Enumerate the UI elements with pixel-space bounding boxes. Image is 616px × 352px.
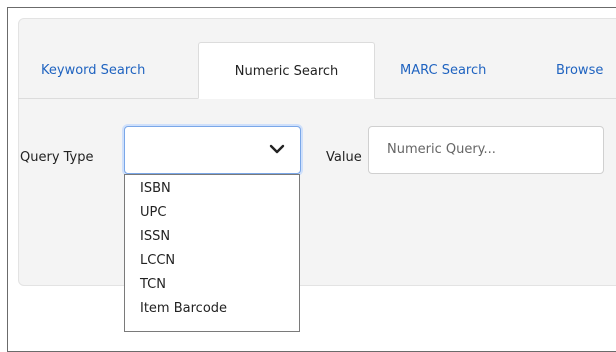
tab-marc-search[interactable]: MARC Search xyxy=(400,42,486,99)
option-lccn[interactable]: LCCN xyxy=(140,253,175,268)
query-type-select[interactable] xyxy=(124,126,301,174)
value-label: Value xyxy=(326,150,362,165)
option-issn[interactable]: ISSN xyxy=(140,229,170,244)
option-tcn[interactable]: TCN xyxy=(140,277,166,292)
tab-numeric-search[interactable]: Numeric Search xyxy=(198,42,375,99)
option-upc[interactable]: UPC xyxy=(140,205,166,220)
numeric-query-input[interactable]: Numeric Query... xyxy=(368,126,604,174)
query-type-dropdown: ISBN UPC ISSN LCCN TCN Item Barcode xyxy=(124,174,300,332)
tab-keyword-search[interactable]: Keyword Search xyxy=(41,42,145,99)
option-item-barcode[interactable]: Item Barcode xyxy=(140,301,227,316)
tab-browse[interactable]: Browse xyxy=(556,42,603,99)
option-isbn[interactable]: ISBN xyxy=(140,181,171,196)
query-type-label: Query Type xyxy=(20,150,94,165)
chevron-down-icon xyxy=(269,144,285,154)
numeric-query-placeholder: Numeric Query... xyxy=(387,142,496,157)
